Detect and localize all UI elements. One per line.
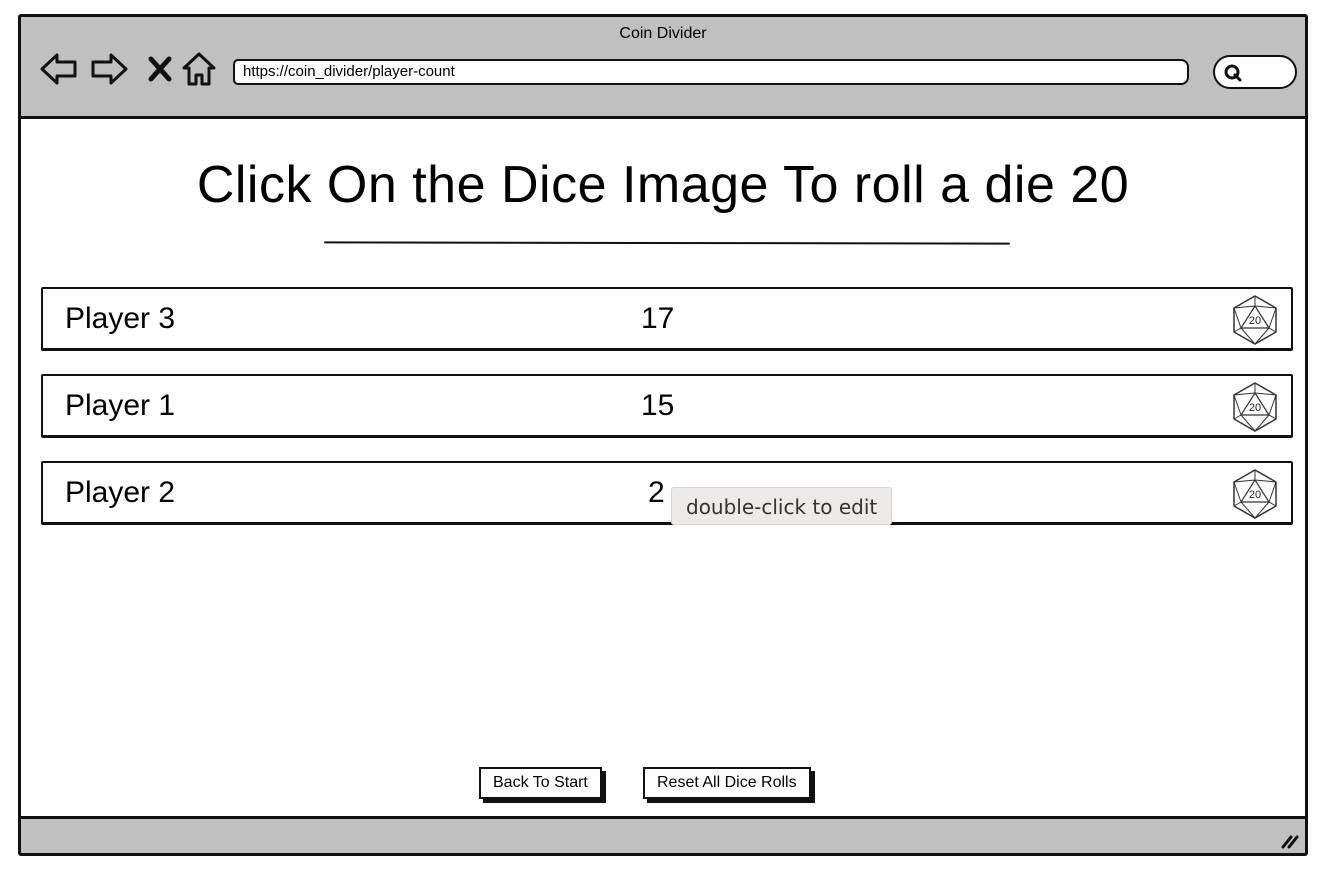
player-score[interactable]: 15: [641, 376, 674, 436]
search-icon: [1224, 64, 1242, 82]
address-bar[interactable]: https://coin_divider/player-count: [233, 59, 1189, 85]
close-icon[interactable]: [147, 49, 173, 89]
d20-die-icon[interactable]: 20: [1229, 294, 1281, 346]
title-divider: [323, 241, 1011, 245]
player-score[interactable]: 17: [641, 289, 674, 349]
player-name: Player 1: [65, 389, 176, 422]
search-field[interactable]: [1213, 55, 1297, 89]
svg-text:20: 20: [1249, 489, 1261, 501]
reset-dice-rolls-button[interactable]: Reset All Dice Rolls: [643, 767, 811, 799]
window-title: Coin Divider: [619, 25, 707, 42]
player-row: Player 1 15 20: [41, 374, 1293, 438]
browser-chrome: Coin Divider https://coin_divider/player…: [21, 17, 1305, 119]
player-score[interactable]: 2: [648, 463, 665, 523]
page-title: Click On the Dice Image To roll a die 20: [196, 156, 1130, 214]
edit-tooltip: double-click to edit: [671, 487, 893, 525]
svg-text:20: 20: [1249, 315, 1261, 327]
svg-text:20: 20: [1249, 402, 1261, 414]
back-arrow-icon[interactable]: [39, 49, 79, 89]
player-row: Player 3 17 20: [41, 287, 1293, 351]
player-name: Player 3: [65, 302, 176, 335]
player-name: Player 2: [65, 476, 176, 509]
back-to-start-button[interactable]: Back To Start: [479, 767, 602, 799]
status-bar: [21, 816, 1305, 853]
player-row: Player 2 2 20: [41, 461, 1293, 525]
browser-window: Coin Divider https://coin_divider/player…: [18, 14, 1308, 856]
home-icon[interactable]: [181, 49, 217, 89]
player-list: Player 3 17 20 Player 1 15 20 Player 2 2: [41, 287, 1293, 548]
d20-die-icon[interactable]: 20: [1229, 381, 1281, 433]
forward-arrow-icon[interactable]: [89, 49, 129, 89]
d20-die-icon[interactable]: 20: [1229, 468, 1281, 520]
resize-grip-icon[interactable]: [1277, 827, 1301, 851]
